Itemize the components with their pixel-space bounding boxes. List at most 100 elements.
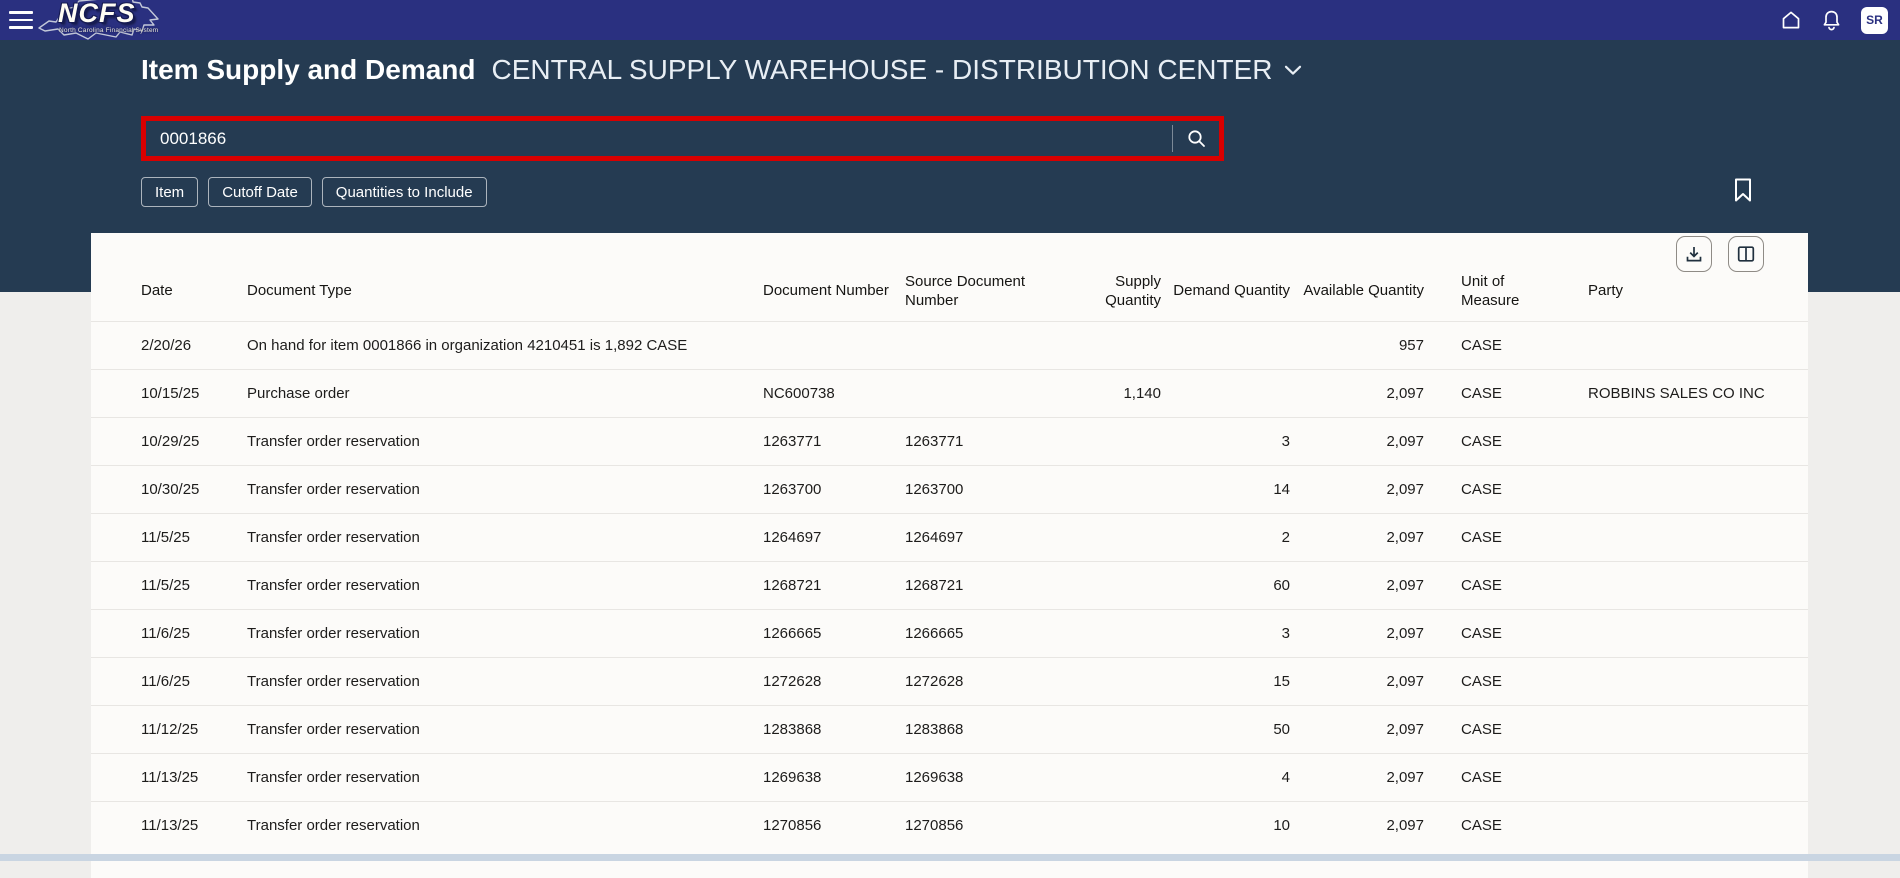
table-row[interactable]: 2/20/26On hand for item 0001866 in organ… <box>91 321 1808 369</box>
cell-demand-quantity: 2 <box>1167 513 1296 561</box>
filter-chip-item[interactable]: Item <box>141 177 198 207</box>
cell-available-quantity: 2,097 <box>1296 561 1430 609</box>
cell-source-document-number <box>905 321 1065 369</box>
cell-document-number: 1263700 <box>763 465 905 513</box>
notifications-bell-icon[interactable] <box>1821 9 1842 32</box>
cell-supply-quantity <box>1065 513 1167 561</box>
manage-columns-button[interactable] <box>1728 236 1764 272</box>
cell-demand-quantity <box>1167 369 1296 417</box>
logo-subtitle: North Carolina Financial System <box>59 27 158 34</box>
cell-demand-quantity: 50 <box>1167 705 1296 753</box>
table-row[interactable]: 11/13/25Transfer order reservation126963… <box>91 753 1808 801</box>
cell-demand-quantity: 14 <box>1167 465 1296 513</box>
cell-document-number: 1264697 <box>763 513 905 561</box>
cell-date: 11/6/25 <box>91 609 247 657</box>
organization-name: CENTRAL SUPPLY WAREHOUSE - DISTRIBUTION … <box>492 54 1273 86</box>
cell-document-type: Transfer order reservation <box>247 801 763 849</box>
column-header-supply-quantity[interactable]: Supply Quantity <box>1065 233 1167 321</box>
search-button[interactable] <box>1173 121 1219 156</box>
horizontal-scrollbar[interactable] <box>0 854 1900 861</box>
cell-unit-of-measure: CASE <box>1430 801 1557 849</box>
download-icon <box>1684 244 1704 264</box>
cell-available-quantity: 2,097 <box>1296 705 1430 753</box>
column-header-document-type[interactable]: Document Type <box>247 233 763 321</box>
cell-document-number: 1272628 <box>763 657 905 705</box>
table-row[interactable]: 11/5/25Transfer order reservation1268721… <box>91 561 1808 609</box>
cell-document-type: On hand for item 0001866 in organization… <box>247 321 763 369</box>
cell-unit-of-measure: CASE <box>1430 657 1557 705</box>
cell-supply-quantity <box>1065 465 1167 513</box>
table-row[interactable]: 11/5/25Transfer order reservation1264697… <box>91 513 1808 561</box>
filter-chip-cutoff-date[interactable]: Cutoff Date <box>208 177 312 207</box>
column-header-demand-quantity[interactable]: Demand Quantity <box>1167 233 1296 321</box>
hamburger-menu-icon[interactable] <box>9 9 33 31</box>
table-row[interactable]: 10/29/25Transfer order reservation126377… <box>91 417 1808 465</box>
cell-unit-of-measure: CASE <box>1430 321 1557 369</box>
cell-document-number: 1269638 <box>763 753 905 801</box>
cell-supply-quantity <box>1065 657 1167 705</box>
cell-demand-quantity: 15 <box>1167 657 1296 705</box>
cell-party <box>1557 705 1808 753</box>
cell-date: 11/13/25 <box>91 801 247 849</box>
cell-document-type: Transfer order reservation <box>247 609 763 657</box>
item-search-box-highlighted <box>141 116 1224 161</box>
table-row[interactable]: 11/6/25Transfer order reservation1272628… <box>91 657 1808 705</box>
search-input[interactable] <box>146 121 1172 156</box>
cell-source-document-number <box>905 369 1065 417</box>
cell-demand-quantity: 3 <box>1167 417 1296 465</box>
cell-unit-of-measure: CASE <box>1430 369 1557 417</box>
cell-party <box>1557 561 1808 609</box>
cell-unit-of-measure: CASE <box>1430 561 1557 609</box>
table-row[interactable]: 10/15/25Purchase orderNC6007381,1402,097… <box>91 369 1808 417</box>
cell-source-document-number: 1272628 <box>905 657 1065 705</box>
column-header-source-document-number[interactable]: Source Document Number <box>905 233 1065 321</box>
cell-supply-quantity <box>1065 609 1167 657</box>
organization-context-selector[interactable]: CENTRAL SUPPLY WAREHOUSE - DISTRIBUTION … <box>492 54 1302 86</box>
cell-date: 10/30/25 <box>91 465 247 513</box>
cell-date: 10/15/25 <box>91 369 247 417</box>
cell-supply-quantity <box>1065 801 1167 849</box>
bookmark-icon[interactable] <box>1733 177 1753 206</box>
table-row[interactable]: 10/30/25Transfer order reservation126370… <box>91 465 1808 513</box>
cell-demand-quantity: 10 <box>1167 801 1296 849</box>
cell-source-document-number: 1269638 <box>905 753 1065 801</box>
chevron-down-icon <box>1284 65 1302 76</box>
cell-demand-quantity: 60 <box>1167 561 1296 609</box>
cell-available-quantity: 2,097 <box>1296 417 1430 465</box>
cell-available-quantity: 2,097 <box>1296 657 1430 705</box>
supply-demand-table: Date Document Type Document Number Sourc… <box>91 233 1808 849</box>
column-header-document-number[interactable]: Document Number <box>763 233 905 321</box>
home-icon[interactable] <box>1780 9 1802 31</box>
table-row[interactable]: 11/12/25Transfer order reservation128386… <box>91 705 1808 753</box>
user-avatar[interactable]: SR <box>1861 7 1888 34</box>
cell-date: 2/20/26 <box>91 321 247 369</box>
search-icon <box>1186 128 1207 149</box>
cell-supply-quantity <box>1065 561 1167 609</box>
cell-document-number: 1263771 <box>763 417 905 465</box>
table-row[interactable]: 11/13/25Transfer order reservation127085… <box>91 801 1808 849</box>
cell-unit-of-measure: CASE <box>1430 417 1557 465</box>
column-header-available-quantity[interactable]: Available Quantity <box>1296 233 1430 321</box>
export-download-button[interactable] <box>1676 236 1712 272</box>
column-header-date[interactable]: Date <box>91 233 247 321</box>
page-title: Item Supply and Demand <box>141 54 476 86</box>
cell-unit-of-measure: CASE <box>1430 753 1557 801</box>
cell-document-number: 1283868 <box>763 705 905 753</box>
cell-party <box>1557 753 1808 801</box>
cell-unit-of-measure: CASE <box>1430 513 1557 561</box>
supply-demand-results-card: Date Document Type Document Number Sourc… <box>91 233 1808 878</box>
cell-date: 11/5/25 <box>91 513 247 561</box>
ncfs-logo[interactable]: NCFS North Carolina Financial System <box>34 0 170 48</box>
cell-date: 11/12/25 <box>91 705 247 753</box>
cell-document-type: Transfer order reservation <box>247 753 763 801</box>
filter-chip-quantities-to-include[interactable]: Quantities to Include <box>322 177 487 207</box>
cell-party: ROBBINS SALES CO INC <box>1557 369 1808 417</box>
cell-party <box>1557 513 1808 561</box>
table-header-row: Date Document Type Document Number Sourc… <box>91 233 1808 321</box>
cell-document-number: 1266665 <box>763 609 905 657</box>
cell-document-number: 1268721 <box>763 561 905 609</box>
cell-demand-quantity: 4 <box>1167 753 1296 801</box>
column-header-unit-of-measure[interactable]: Unit of Measure <box>1430 233 1557 321</box>
table-row[interactable]: 11/6/25Transfer order reservation1266665… <box>91 609 1808 657</box>
cell-available-quantity: 2,097 <box>1296 801 1430 849</box>
